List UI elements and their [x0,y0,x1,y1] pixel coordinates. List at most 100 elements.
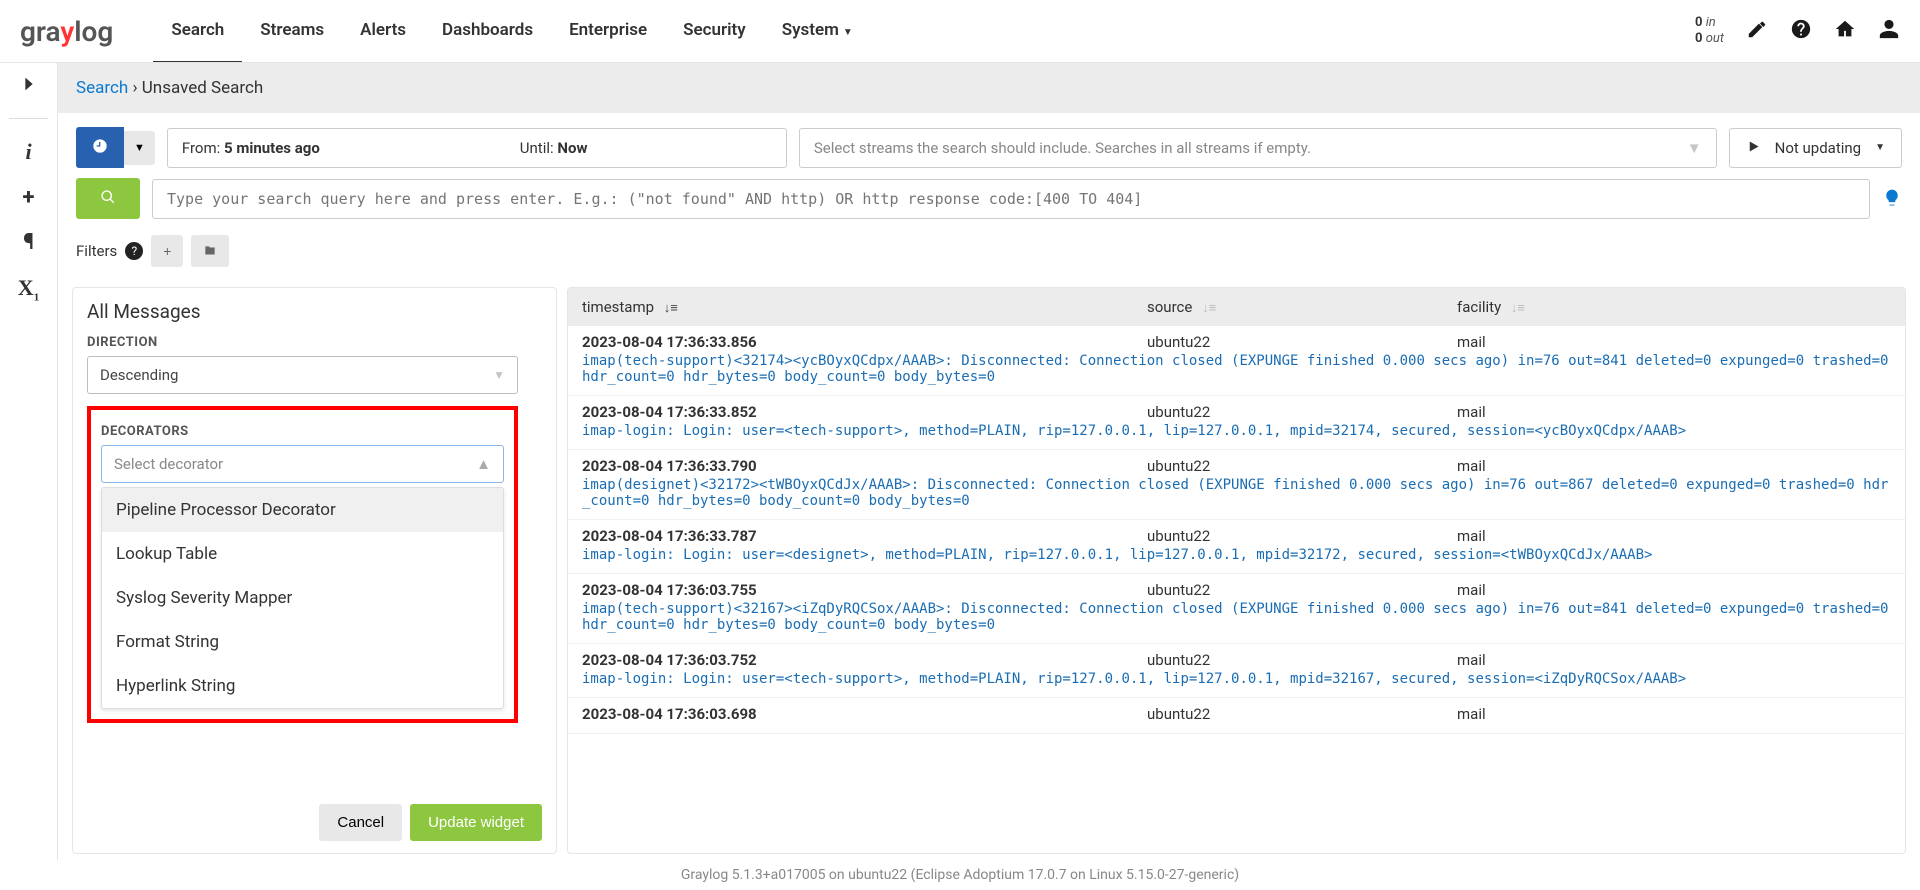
hint-bulb-icon[interactable] [1882,187,1902,211]
col-label: facility [1457,298,1501,316]
decorators-label: DECORATORS [101,424,504,439]
nav-streams[interactable]: Streams [242,0,342,62]
cell-source: ubuntu22 [1147,651,1457,669]
sort-icon[interactable]: ↓≡ [1511,301,1525,316]
filters-label: Filters [76,242,117,260]
table-row[interactable]: 2023-08-04 17:36:03.698ubuntu22mail [568,698,1905,734]
breadcrumb-link[interactable]: Search [76,78,128,98]
nav-label: Dashboards [442,20,533,40]
time-range-dropdown[interactable]: ▼ [124,131,155,165]
breadcrumb-current: Unsaved Search [142,78,263,98]
breadcrumb-sep: › [132,78,137,98]
time-range-display[interactable]: From: 5 minutes ago Until: Now [167,128,787,168]
folder-filter-button[interactable] [191,235,229,267]
decorators-section: DECORATORS Select decorator ▲ Pipeline P… [87,406,518,723]
nav-label: Enterprise [569,20,647,40]
cell-message: imap(designet)<32172><tWBOyxQCdJx/AAAB>:… [582,477,1891,509]
time-range-button[interactable] [76,127,124,168]
cell-source: ubuntu22 [1147,581,1457,599]
throughput-indicator: 0 in 0 out [1695,15,1724,46]
col-label: timestamp [582,298,654,316]
out-count: 0 [1695,31,1702,46]
decorator-option[interactable]: Lookup Table [102,532,503,576]
sort-desc-icon[interactable]: ↓≡ [664,301,678,316]
table-header: timestamp ↓≡ source ↓≡ facility ↓≡ [568,288,1905,326]
cell-source: ubuntu22 [1147,705,1457,723]
nav-security[interactable]: Security [665,0,764,62]
chevron-up-icon: ▲ [476,455,491,473]
decorators-select[interactable]: Select decorator ▲ [101,445,504,483]
paragraph-icon[interactable]: ¶ [23,230,34,255]
table-row[interactable]: 2023-08-04 17:36:03.752ubuntu22mailimap-… [568,644,1905,698]
decorator-option[interactable]: Syslog Severity Mapper [102,576,503,620]
nav-alerts[interactable]: Alerts [342,0,424,62]
nav-search[interactable]: Search [153,0,242,62]
update-widget-button[interactable]: Update widget [410,804,542,841]
nav-enterprise[interactable]: Enterprise [551,0,665,62]
home-icon[interactable] [1834,18,1856,43]
nav-label: Alerts [360,20,406,40]
cell-message: imap(tech-support)<32167><iZqDyRQCSox/AA… [582,601,1891,633]
view-sidebar: i + ¶ X1 [0,63,58,860]
cell-timestamp: 2023-08-04 17:36:33.790 [582,457,1147,475]
search-input[interactable] [152,179,1870,219]
in-count: 0 [1695,15,1702,30]
messages-table: timestamp ↓≡ source ↓≡ facility ↓≡ 2023-… [567,287,1906,854]
direction-select[interactable]: Descending ▼ [87,356,518,394]
cell-facility: mail [1457,705,1486,723]
help-icon[interactable] [1790,18,1812,43]
decorator-option[interactable]: Hyperlink String [102,664,503,708]
table-row[interactable]: 2023-08-04 17:36:03.755ubuntu22mailimap(… [568,574,1905,644]
from-label: From: [182,139,220,157]
until-value: Now [557,139,587,157]
user-icon[interactable] [1878,18,1900,43]
subscript-icon[interactable]: X1 [18,275,39,303]
add-icon[interactable]: + [23,185,35,210]
nav-label: Search [171,20,224,40]
caret-down-icon: ▼ [1875,142,1885,153]
caret-down-icon: ▼ [843,27,853,38]
play-icon[interactable] [1746,139,1761,157]
nav-dashboards[interactable]: Dashboards [424,0,551,62]
chevron-down-icon: ▼ [493,368,505,382]
streams-placeholder: Select streams the search should include… [814,139,1311,157]
cell-source: ubuntu22 [1147,527,1457,545]
cell-source: ubuntu22 [1147,403,1457,421]
streams-select[interactable]: Select streams the search should include… [799,128,1717,168]
cell-facility: mail [1457,651,1486,669]
info-icon[interactable]: i [25,139,31,165]
main-nav: Search Streams Alerts Dashboards Enterpr… [153,0,870,62]
cell-facility: mail [1457,403,1486,421]
table-row[interactable]: 2023-08-04 17:36:33.852ubuntu22mailimap-… [568,396,1905,450]
from-value: 5 minutes ago [224,139,320,157]
decorators-options: Pipeline Processor Decorator Lookup Tabl… [101,487,504,709]
table-row[interactable]: 2023-08-04 17:36:33.787ubuntu22mailimap-… [568,520,1905,574]
cell-timestamp: 2023-08-04 17:36:33.852 [582,403,1147,421]
app-logo[interactable]: graylog [20,15,113,48]
col-source[interactable]: source ↓≡ [1147,298,1457,316]
scratchpad-icon[interactable] [1746,18,1768,43]
cell-message: imap(tech-support)<32174><ycBOyxQCdpx/AA… [582,353,1891,385]
nav-system[interactable]: System▼ [764,0,871,62]
col-timestamp[interactable]: timestamp ↓≡ [582,298,1147,316]
table-row[interactable]: 2023-08-04 17:36:33.856ubuntu22mailimap(… [568,326,1905,396]
direction-value: Descending [100,366,178,384]
search-button[interactable] [76,178,140,219]
cell-message: imap-login: Login: user=<designet>, meth… [582,547,1891,563]
cell-source: ubuntu22 [1147,333,1457,351]
until-label: Until: [520,139,554,157]
col-facility[interactable]: facility ↓≡ [1457,298,1891,316]
cell-timestamp: 2023-08-04 17:36:33.787 [582,527,1147,545]
breadcrumb: Search › Unsaved Search [58,63,1920,113]
table-row[interactable]: 2023-08-04 17:36:33.790ubuntu22mailimap(… [568,450,1905,520]
decorator-option[interactable]: Format String [102,620,503,664]
help-icon[interactable]: ? [125,242,143,260]
add-filter-button[interactable]: + [151,235,183,267]
expand-icon[interactable] [18,73,40,98]
refresh-control[interactable]: Not updating ▼ [1729,128,1902,168]
chevron-down-icon: ▼ [1687,139,1702,157]
cell-timestamp: 2023-08-04 17:36:03.752 [582,651,1147,669]
cancel-button[interactable]: Cancel [319,804,402,841]
sort-icon[interactable]: ↓≡ [1202,301,1216,316]
decorator-option[interactable]: Pipeline Processor Decorator [102,488,503,532]
